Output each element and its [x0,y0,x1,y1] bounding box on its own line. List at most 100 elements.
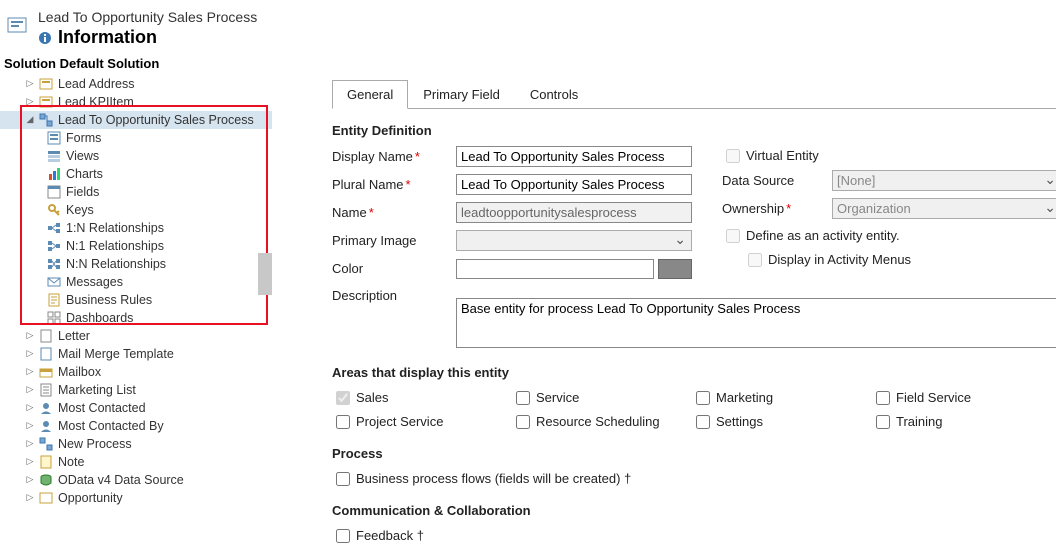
entity-editor: General Primary Field Controls Entity De… [272,73,1056,519]
input-name [456,202,692,223]
tree-item-mailbox[interactable]: ▷Mailbox [0,363,272,381]
checkbox-area-service[interactable] [516,391,530,405]
checkbox-bpf[interactable] [336,472,350,486]
tree-item-odata[interactable]: ▷OData v4 Data Source [0,471,272,489]
tree-item-1n-rel[interactable]: 1:N Relationships [0,219,272,237]
input-plural-name[interactable] [456,174,692,195]
expand-icon[interactable]: ▷ [24,348,36,360]
expand-icon[interactable]: ▷ [24,330,36,342]
expand-icon[interactable]: ▷ [24,402,36,414]
tree-item-new-process[interactable]: ▷New Process [0,435,272,453]
label-data-source: Data Source [722,173,832,188]
entity-icon [38,346,54,362]
tree-item-charts[interactable]: Charts [0,165,272,183]
entity-icon [38,400,54,416]
forms-icon [46,130,62,146]
tree-item-opportunity[interactable]: ▷Opportunity [0,489,272,507]
section-comm: Communication & Collaboration [332,503,1056,518]
tree-item-fields[interactable]: Fields [0,183,272,201]
tree-item-n1-rel[interactable]: N:1 Relationships [0,237,272,255]
input-color[interactable] [456,259,654,279]
expand-icon[interactable]: ▷ [24,438,36,450]
tree-item-nn-rel[interactable]: N:N Relationships [0,255,272,273]
expand-icon[interactable]: ▷ [24,384,36,396]
tree-item-lead-kpiitem[interactable]: ▷Lead KPIItem [0,93,272,111]
section-process: Process [332,446,1056,461]
expand-icon[interactable]: ▷ [24,96,36,108]
relationship-icon [46,256,62,272]
entity-icon [38,94,54,110]
tree-item-mail-merge[interactable]: ▷Mail Merge Template [0,345,272,363]
fields-icon [46,184,62,200]
section-entity-definition: Entity Definition [332,123,1056,138]
checkbox-area-sales [336,391,350,405]
section-areas: Areas that display this entity [332,365,1056,380]
tree-item-lead-to-opportunity[interactable]: ◢Lead To Opportunity Sales Process [0,111,272,129]
expand-icon[interactable]: ▷ [24,492,36,504]
label-display-activity: Display in Activity Menus [768,252,911,267]
tree-item-business-rules[interactable]: Business Rules [0,291,272,309]
tree-item-letter[interactable]: ▷Letter [0,327,272,345]
tree-item-lead-address[interactable]: ▷Lead Address [0,75,272,93]
scrollbar-thumb[interactable] [258,253,272,295]
page-title: Lead To Opportunity Sales Process [38,8,257,26]
tree-item-views[interactable]: Views [0,147,272,165]
label-feedback: Feedback † [356,528,424,543]
entity-icon [38,364,54,380]
checkbox-area-resource-scheduling[interactable] [516,415,530,429]
relationship-icon [46,238,62,254]
tree-item-forms[interactable]: Forms [0,129,272,147]
entity-icon [38,454,54,470]
tree-item-marketing-list[interactable]: ▷Marketing List [0,381,272,399]
tab-general[interactable]: General [332,80,408,109]
messages-icon [46,274,62,290]
process-entity-icon [38,112,54,128]
textarea-description[interactable]: Base entity for process Lead To Opportun… [456,298,1056,348]
relationship-icon [46,220,62,236]
collapse-icon[interactable]: ◢ [24,114,36,126]
tab-primary-field[interactable]: Primary Field [408,80,515,109]
tree-item-note[interactable]: ▷Note [0,453,272,471]
checkbox-area-project-service[interactable] [336,415,350,429]
label-bpf: Business process flows (fields will be c… [356,471,631,486]
label-plural-name: Plural Name* [332,177,456,192]
input-display-name[interactable] [456,146,692,167]
process-entity-icon [38,436,54,452]
expand-icon[interactable]: ▷ [24,366,36,378]
entity-icon [38,418,54,434]
checkbox-area-field-service[interactable] [876,391,890,405]
label-ownership: Ownership* [722,201,832,216]
entity-icon [38,490,54,506]
tree-item-dashboards[interactable]: Dashboards [0,309,272,327]
expand-icon[interactable]: ▷ [24,78,36,90]
tree-item-most-contacted-by[interactable]: ▷Most Contacted By [0,417,272,435]
views-icon [46,148,62,164]
tree-item-messages[interactable]: Messages [0,273,272,291]
checkbox-feedback[interactable] [336,529,350,543]
color-swatch[interactable] [658,259,692,279]
keys-icon [46,202,62,218]
expand-icon[interactable]: ▷ [24,474,36,486]
checkbox-define-activity [726,229,740,243]
checkbox-area-training[interactable] [876,415,890,429]
expand-icon[interactable]: ▷ [24,420,36,432]
tab-strip: General Primary Field Controls [332,79,1056,109]
checkbox-area-settings[interactable] [696,415,710,429]
tree-item-keys[interactable]: Keys [0,201,272,219]
checkbox-area-marketing[interactable] [696,391,710,405]
solution-label: Solution Default Solution [0,54,1056,73]
checkbox-virtual-entity [726,149,740,163]
business-rules-icon [46,292,62,308]
tree-item-most-contacted[interactable]: ▷Most Contacted [0,399,272,417]
entity-icon [38,76,54,92]
label-virtual-entity: Virtual Entity [746,148,819,163]
expand-icon[interactable]: ▷ [24,456,36,468]
areas-grid: Sales Service Marketing Field Service Pr… [332,388,1052,432]
charts-icon [46,166,62,182]
solution-explorer-tree: ⋮⋮⋮ ▷Lead Address ▷Lead KPIItem ◢Lead To… [0,73,272,519]
dashboards-icon [46,310,62,326]
tab-controls[interactable]: Controls [515,80,593,109]
select-primary-image [456,230,692,251]
label-name: Name* [332,205,456,220]
page-header: Lead To Opportunity Sales Process Inform… [0,0,1056,54]
